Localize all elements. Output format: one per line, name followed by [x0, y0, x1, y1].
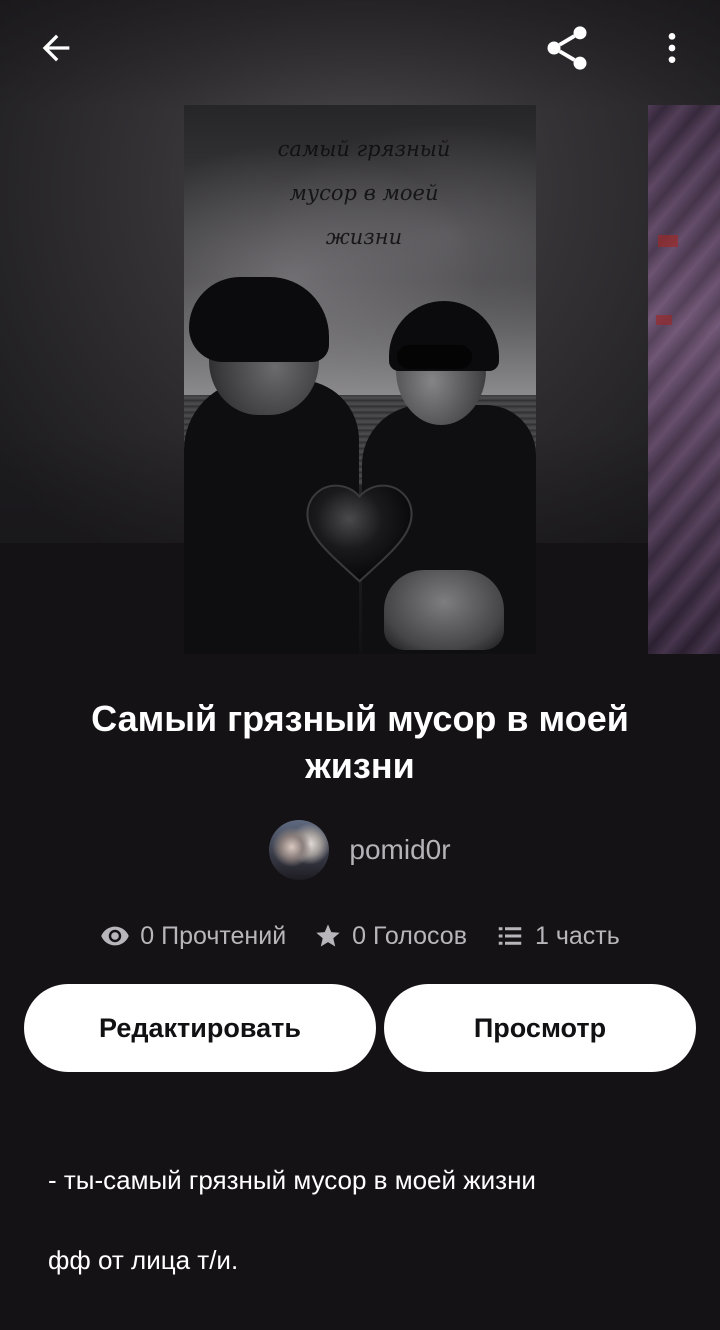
author-name[interactable]: pomid0r — [349, 834, 450, 866]
back-button[interactable] — [24, 16, 88, 80]
view-button[interactable]: Просмотр — [384, 984, 696, 1072]
author-avatar[interactable] — [269, 820, 330, 880]
black-heart-icon — [297, 470, 422, 595]
next-cover-detail — [656, 315, 672, 325]
description-line: - ты-самый грязный мусор в моей жизни — [48, 1165, 536, 1195]
cover-sunglasses — [397, 345, 472, 369]
votes-count: 0 Голосов — [352, 921, 467, 950]
reads-stat: 0 Прочтений — [100, 921, 286, 951]
share-button[interactable] — [535, 16, 599, 80]
story-description: - ты-самый грязный мусор в моей жизни фф… — [48, 1160, 688, 1320]
parts-stat: 1 часть — [495, 921, 620, 951]
story-title: Самый грязный мусор в моей жизни — [91, 698, 629, 786]
share-icon — [547, 26, 587, 70]
author-row[interactable]: pomid0r — [0, 818, 720, 882]
next-story-cover[interactable] — [648, 105, 720, 654]
eye-icon — [101, 926, 129, 946]
more-options-button[interactable] — [640, 16, 704, 80]
list-icon — [498, 927, 522, 945]
votes-stat: 0 Голосов — [314, 922, 467, 951]
next-cover-detail — [658, 235, 678, 247]
story-stats: 0 Прочтений 0 Голосов 1 часть — [0, 914, 720, 958]
cover-title-text: самый грязный мусор в моей жизни — [277, 137, 451, 249]
top-app-bar — [0, 0, 720, 100]
arrow-left-icon — [42, 34, 70, 62]
star-icon — [316, 924, 340, 947]
story-cover[interactable]: самый грязный мусор в моей жизни — [184, 105, 536, 654]
parts-count: 1 часть — [534, 921, 620, 950]
description-line: фф от лица т/и. — [48, 1245, 239, 1275]
edit-button[interactable]: Редактировать — [24, 984, 376, 1072]
reads-count: 0 Прочтений — [140, 921, 287, 950]
more-vertical-icon — [668, 33, 676, 63]
